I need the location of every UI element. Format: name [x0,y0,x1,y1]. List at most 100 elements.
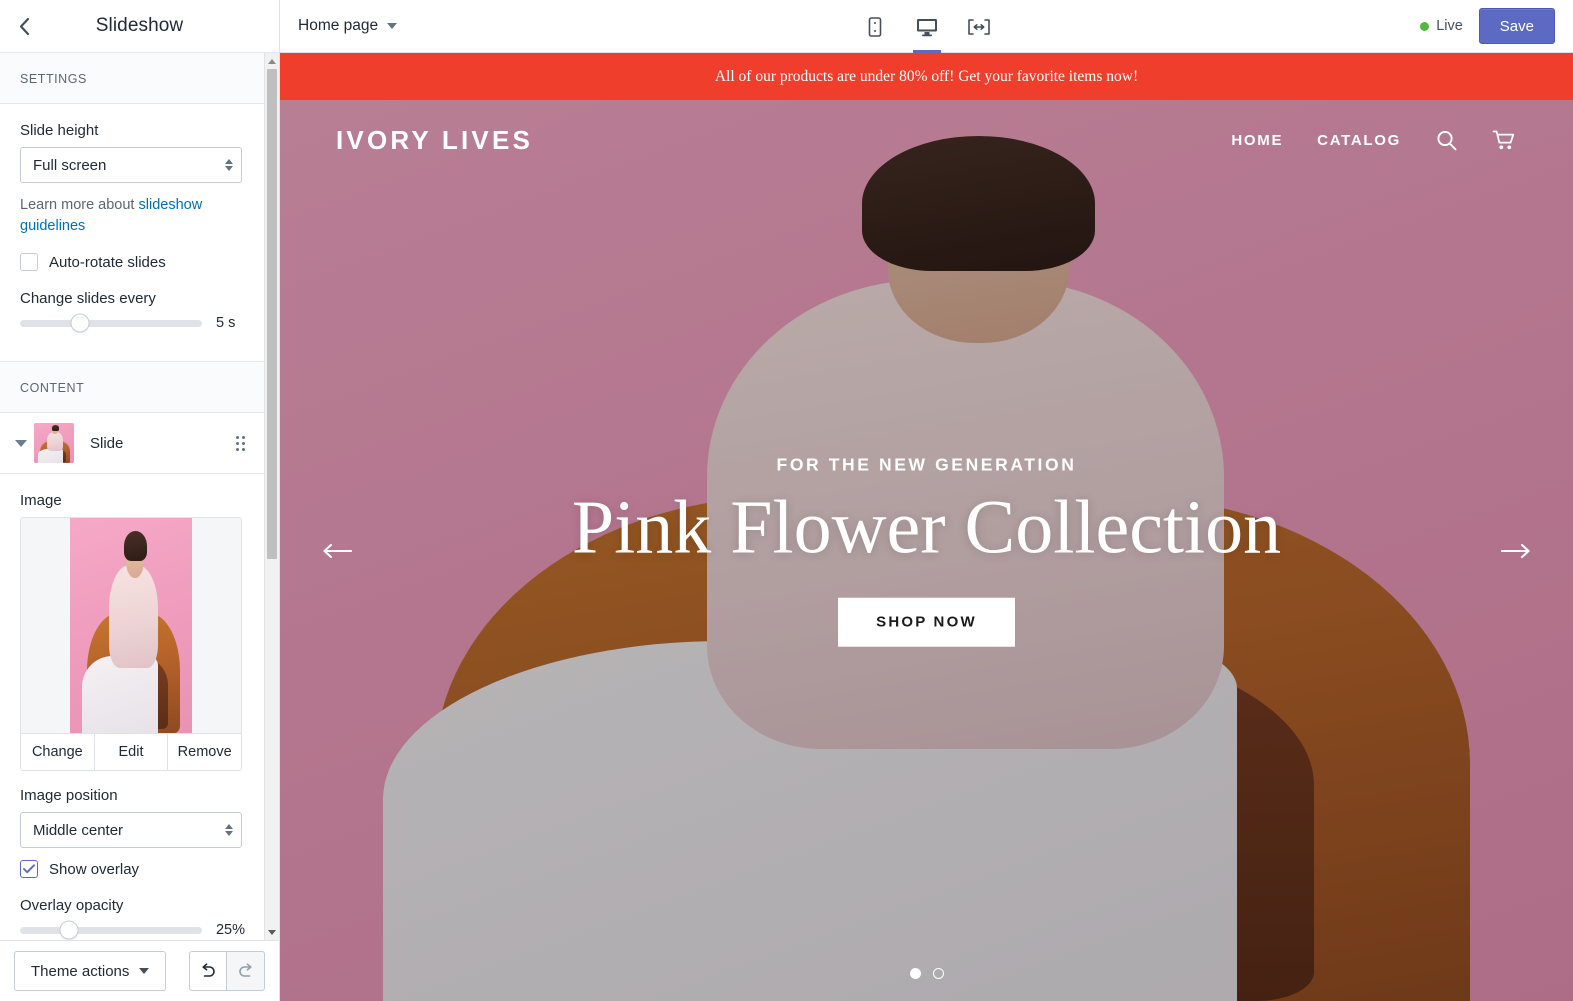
prev-slide-button[interactable] [322,543,352,559]
full-width-view-button[interactable] [959,1,999,53]
slideshow-section[interactable]: IVORY LIVES HOME CATALOG FOR THE NEW GEN… [280,100,1573,1001]
cart-icon[interactable] [1492,129,1517,152]
image-edit-button[interactable]: Edit [94,734,169,770]
auto-rotate-label: Auto-rotate slides [49,253,166,271]
image-position-select-wrap: Middle center [20,812,245,848]
scrollbar-thumb[interactable] [267,69,277,559]
overlay-opacity-label: Overlay opacity [20,897,124,914]
hero-content: FOR THE NEW GENERATION Pink Flower Colle… [280,454,1573,647]
show-overlay-checkbox[interactable] [20,860,38,878]
learn-more-prefix: Learn more about [20,197,139,213]
hero-headline: Pink Flower Collection [571,485,1282,570]
change-slides-value: 5 s [216,315,236,331]
announcement-text: All of our products are under 80% off! G… [714,67,1139,85]
mobile-icon [868,16,881,37]
chevron-down-icon [139,968,150,974]
desktop-icon [916,18,937,36]
slide-height-select[interactable]: Full screen [20,147,242,183]
topbar-right-group: Live Save [1420,8,1555,44]
next-slide-button[interactable] [1501,543,1531,559]
scroll-down-button[interactable] [265,924,279,940]
image-picker: Change Edit Remove [20,517,242,771]
change-slides-label: Change slides every [20,290,156,307]
arrow-right-icon [1501,543,1530,558]
storefront-header: IVORY LIVES HOME CATALOG [280,100,1573,180]
image-change-button[interactable]: Change [21,734,95,770]
slide-pagination [909,968,944,979]
overlay-opacity-value: 25% [215,922,245,938]
theme-editor-app: Slideshow SETTINGS Slide height Full scr… [0,0,1573,1001]
drag-handle-icon[interactable] [236,435,245,451]
sidebar-footer: Theme actions [0,940,279,1001]
editor-topbar: Home page Live Save [280,0,1573,53]
image-preview [21,518,241,733]
undo-icon [202,963,215,977]
hero-eyebrow: FOR THE NEW GENERATION [776,454,1077,475]
sidebar-header: Slideshow [0,0,279,53]
image-position-value: Middle center [33,821,124,839]
mobile-view-button[interactable] [855,1,895,53]
page-selector[interactable]: Home page [298,17,398,35]
desktop-view-button[interactable] [907,1,947,53]
overlay-opacity-slider-row: 25% [20,920,245,940]
save-button[interactable]: Save [1478,8,1555,44]
sidebar-title: Slideshow [95,15,184,36]
slide-dot-1[interactable] [909,968,921,979]
sidebar-scrollbar[interactable] [264,53,279,940]
full-width-icon [967,18,990,35]
show-overlay-label: Show overlay [49,860,140,878]
image-remove-button[interactable]: Remove [168,734,241,770]
slide-height-select-wrap: Full screen [20,147,245,183]
slide-settings-body: Image Change Edit Remove Image position … [0,474,265,940]
live-status: Live [1420,18,1463,34]
page-selector-label: Home page [298,17,379,34]
image-preview-photo [70,518,192,733]
live-status-dot [1420,21,1430,31]
theme-actions-button[interactable]: Theme actions [14,951,167,991]
auto-rotate-checkbox[interactable] [20,253,38,271]
editor-main: Home page Live Save All of our products … [280,0,1573,1001]
nav-link-home[interactable]: HOME [1231,132,1283,149]
slide-list-item[interactable]: Slide [0,413,265,474]
storefront-nav: HOME CATALOG [1231,129,1517,152]
slide-dot-2[interactable] [932,968,944,979]
chevron-down-icon [387,23,398,29]
slide-item-label: Slide [90,434,124,452]
settings-section-body: Slide height Full screen Learn more abou… [0,104,265,343]
scroll-up-button[interactable] [265,53,279,69]
slide-height-label: Slide height [20,122,99,139]
search-icon[interactable] [1435,129,1458,152]
sidebar-scroll-area: SETTINGS Slide height Full screen Learn … [0,53,279,940]
undo-button[interactable] [189,951,227,991]
announcement-bar[interactable]: All of our products are under 80% off! G… [280,53,1573,100]
overlay-opacity-slider-thumb[interactable] [59,920,79,940]
checkmark-icon [23,864,35,874]
store-logo[interactable]: IVORY LIVES [336,125,533,156]
slide-height-value: Full screen [33,156,107,174]
show-overlay-row[interactable]: Show overlay [20,860,245,878]
collapse-caret-icon[interactable] [8,439,34,447]
device-toggle-group [855,0,999,53]
image-position-label: Image position [20,787,118,804]
theme-actions-label: Theme actions [31,962,130,980]
image-label: Image [20,492,62,509]
slide-thumbnail [34,423,74,463]
image-position-select[interactable]: Middle center [20,812,242,848]
arrow-left-icon [323,543,352,558]
live-status-label: Live [1436,18,1463,34]
shop-now-button[interactable]: SHOP NOW [838,597,1015,647]
redo-icon [238,963,252,977]
content-section-label: CONTENT [0,361,265,413]
change-slides-slider-thumb[interactable] [70,313,90,333]
auto-rotate-row[interactable]: Auto-rotate slides [20,253,245,271]
undo-redo-group [189,951,265,991]
overlay-opacity-slider[interactable] [20,920,202,940]
change-slides-slider[interactable] [20,313,202,333]
image-action-buttons: Change Edit Remove [21,733,241,770]
settings-sidebar: Slideshow SETTINGS Slide height Full scr… [0,0,280,1001]
nav-link-catalog[interactable]: CATALOG [1317,132,1401,149]
change-slides-slider-row: 5 s [20,313,245,333]
settings-section-label: SETTINGS [0,53,265,104]
redo-button[interactable] [227,951,265,991]
storefront-preview: All of our products are under 80% off! G… [280,53,1573,1001]
